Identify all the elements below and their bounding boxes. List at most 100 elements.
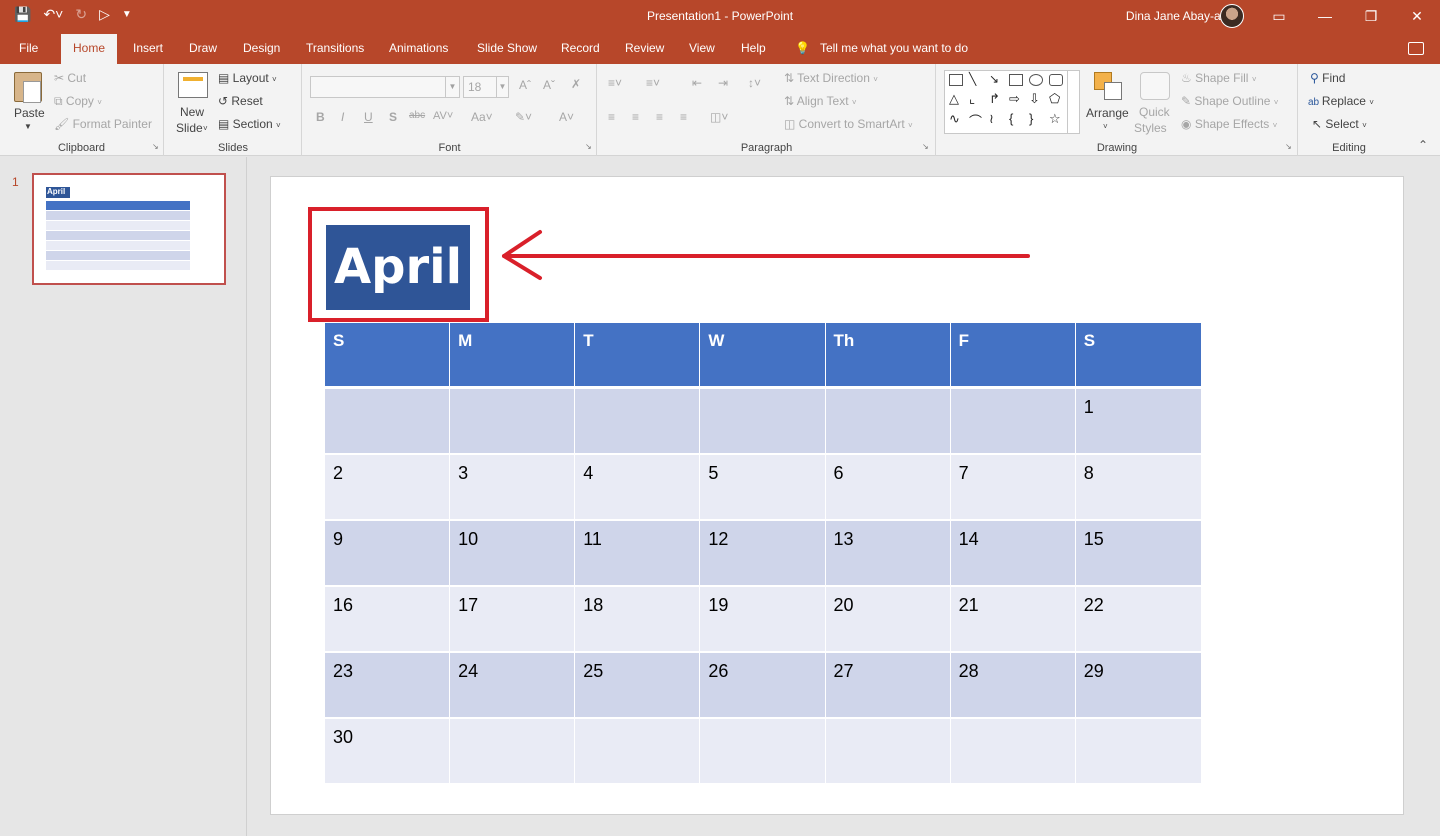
bullets-icon[interactable]: ≡˅ [608, 76, 622, 90]
font-size-input[interactable]: 18 ▼ [463, 76, 509, 98]
convert-smartart-button[interactable]: ◫ Convert to SmartArt ˅ [784, 117, 913, 131]
day-cell[interactable]: 17 [450, 587, 576, 651]
minimize-icon[interactable]: — [1302, 0, 1348, 34]
layout-button[interactable]: ▤ Layout ˅ [218, 71, 277, 85]
right-brace-icon[interactable]: } [1029, 111, 1043, 126]
down-arrow-icon[interactable]: ⇩ [1029, 91, 1043, 106]
text-direction-button[interactable]: ⇅ Text Direction ˅ [784, 71, 878, 85]
drawing-dialog-launcher-icon[interactable]: ↘ [1285, 142, 1292, 151]
day-cell[interactable]: 30 [325, 719, 451, 783]
day-cell[interactable]: 28 [951, 653, 1076, 717]
arrange-icon[interactable] [1094, 72, 1122, 100]
grow-font-icon[interactable]: Aˆ [519, 78, 531, 92]
font-dialog-launcher-icon[interactable]: ↘ [585, 142, 592, 151]
comments-icon[interactable] [1408, 42, 1424, 55]
highlight-icon[interactable]: ✎˅ [515, 110, 532, 124]
shape-effects-button[interactable]: ◉ Shape Effects ˅ [1181, 117, 1277, 131]
copy-button[interactable]: ⧉ Copy ˅ [54, 94, 102, 109]
cut-button[interactable]: ✂ Cut [54, 71, 86, 85]
line-icon[interactable]: ╲ [969, 72, 983, 86]
arrange-dropdown-icon[interactable]: ˅ [1103, 122, 1108, 131]
day-cell[interactable]: 9 [325, 521, 451, 585]
day-cell[interactable] [1076, 719, 1201, 783]
font-dropdown-icon[interactable]: ▼ [445, 77, 459, 97]
day-cell[interactable] [450, 389, 576, 453]
day-cell[interactable] [325, 389, 451, 453]
character-spacing-icon[interactable]: AV˅ [433, 110, 453, 122]
tab-record[interactable]: Record [561, 41, 600, 55]
day-cell[interactable]: 3 [450, 455, 576, 519]
tab-slide-show[interactable]: Slide Show [477, 41, 537, 55]
strikethrough-icon[interactable]: abc [409, 110, 425, 121]
clear-formatting-icon[interactable]: ✗ [571, 77, 581, 91]
day-cell[interactable]: 6 [826, 455, 951, 519]
tab-review[interactable]: Review [625, 41, 664, 55]
day-cell[interactable]: 15 [1076, 521, 1201, 585]
day-cell[interactable]: 21 [951, 587, 1076, 651]
underline-icon[interactable]: U [364, 110, 373, 124]
rectangle-icon[interactable] [1009, 74, 1023, 86]
align-left-icon[interactable]: ≡ [608, 110, 615, 124]
triangle-icon[interactable]: △ [949, 91, 963, 106]
new-slide-label-1[interactable]: New [180, 105, 204, 119]
curve-icon[interactable]: ≀ [989, 111, 1003, 126]
day-cell[interactable] [826, 389, 951, 453]
day-cell[interactable]: 19 [700, 587, 826, 651]
day-cell[interactable] [450, 719, 576, 783]
tab-insert[interactable]: Insert [133, 41, 163, 55]
day-cell[interactable]: 10 [450, 521, 576, 585]
header-cell-saturday[interactable]: S [1076, 323, 1201, 386]
header-cell-wednesday[interactable]: W [700, 323, 826, 386]
bold-icon[interactable]: B [316, 110, 325, 124]
center-icon[interactable]: ≡ [632, 110, 639, 124]
text-shadow-icon[interactable]: S [389, 110, 397, 124]
day-cell[interactable]: 4 [575, 455, 701, 519]
columns-icon[interactable]: ◫˅ [710, 110, 728, 124]
connector-icon[interactable]: ⌞ [969, 91, 983, 106]
maximize-icon[interactable]: ❐ [1348, 0, 1394, 34]
shapes-gallery[interactable]: ╲ ↘ △ ⌞ ↱ ⇨ ⇩ ⬠ ∿ ⌒ ≀ { } ☆ [944, 70, 1080, 134]
day-cell[interactable] [700, 719, 826, 783]
paragraph-dialog-launcher-icon[interactable]: ↘ [922, 142, 929, 151]
line-spacing-icon[interactable]: ↕˅ [748, 76, 761, 90]
quick-styles-label-1[interactable]: Quick [1139, 105, 1170, 119]
tab-animations[interactable]: Animations [389, 41, 448, 55]
day-cell[interactable] [575, 719, 701, 783]
day-cell[interactable]: 11 [575, 521, 701, 585]
paste-button[interactable]: Paste [14, 106, 45, 120]
tell-me-search[interactable]: 💡 Tell me what you want to do [795, 41, 968, 55]
format-painter-button[interactable]: 🖌 Format Painter [54, 117, 152, 131]
tab-transitions[interactable]: Transitions [306, 41, 364, 55]
arrow-line-icon[interactable]: ↘ [989, 72, 1003, 86]
tab-design[interactable]: Design [243, 41, 280, 55]
paste-dropdown-icon[interactable]: ▼ [24, 122, 32, 131]
day-cell[interactable]: 12 [700, 521, 826, 585]
arrange-button[interactable]: Arrange [1086, 106, 1129, 120]
day-cell[interactable]: 26 [700, 653, 826, 717]
find-button[interactable]: ⚲ Find [1310, 71, 1345, 85]
new-slide-icon[interactable] [178, 72, 208, 98]
paste-icon[interactable] [14, 72, 42, 103]
freeform-icon[interactable]: ∿ [949, 111, 963, 126]
tab-help[interactable]: Help [741, 41, 766, 55]
decrease-indent-icon[interactable]: ⇤ [692, 76, 702, 90]
day-cell[interactable]: 16 [325, 587, 451, 651]
tab-draw[interactable]: Draw [189, 41, 217, 55]
header-cell-thursday[interactable]: Th [826, 323, 951, 386]
collapse-ribbon-icon[interactable]: ⌃ [1418, 138, 1428, 152]
day-cell[interactable] [951, 719, 1076, 783]
header-cell-monday[interactable]: M [450, 323, 576, 386]
day-cell[interactable]: 23 [325, 653, 451, 717]
close-icon[interactable]: ✕ [1394, 0, 1440, 34]
rounded-rectangle-icon[interactable] [1049, 74, 1063, 86]
align-text-button[interactable]: ⇅ Align Text ˅ [784, 94, 857, 108]
day-cell[interactable] [700, 389, 826, 453]
oval-icon[interactable] [1029, 74, 1043, 86]
font-color-icon[interactable]: A˅ [559, 110, 574, 124]
text-box-icon[interactable] [949, 74, 963, 86]
header-cell-tuesday[interactable]: T [575, 323, 701, 386]
replace-button[interactable]: ab Replace ˅ [1308, 94, 1374, 108]
dialog-launcher-icon[interactable]: ↘ [152, 142, 159, 151]
new-slide-label-2[interactable]: Slide [176, 121, 203, 135]
day-cell[interactable]: 5 [700, 455, 826, 519]
